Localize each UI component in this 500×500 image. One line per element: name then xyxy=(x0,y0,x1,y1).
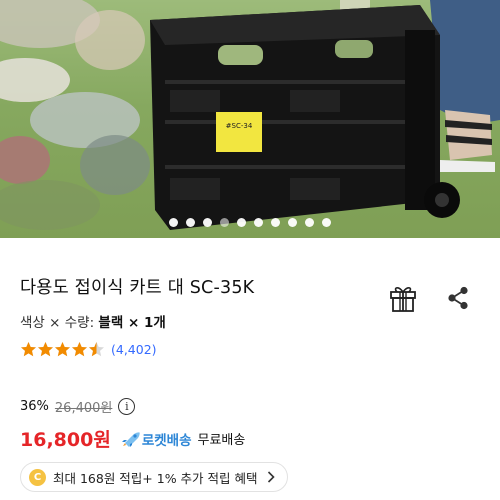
original-price: 26,400원 xyxy=(54,401,113,416)
share-icon xyxy=(448,286,468,310)
coin-icon: C xyxy=(29,468,46,486)
reward-banner[interactable]: C 최대 168원 적립+ 1% 추가 적립 혜택 xyxy=(20,462,288,492)
star-icon xyxy=(21,342,36,357)
gift-icon xyxy=(390,287,416,312)
star-icon xyxy=(72,342,87,357)
carousel-dot[interactable] xyxy=(288,217,297,227)
cart-photo: #SC-34 xyxy=(0,0,500,230)
rocket-delivery-label: 로켓배송 xyxy=(141,432,192,449)
reward-text: 최대 168원 적립+ 1% 추가 적립 혜택 xyxy=(53,470,258,486)
star-icon xyxy=(55,342,70,357)
carousel-dot[interactable] xyxy=(237,217,246,227)
info-icon[interactable]: i xyxy=(118,398,136,415)
carousel-dot[interactable] xyxy=(203,217,212,227)
carousel-indicator[interactable] xyxy=(0,214,500,230)
carousel-dot[interactable] xyxy=(271,217,280,227)
option-value: 블랙 × 1개 xyxy=(98,315,166,331)
free-shipping: 무료배송 xyxy=(197,433,246,448)
discount-row: 36% 26,400원 i xyxy=(20,397,136,416)
chevron-right-icon xyxy=(267,471,275,483)
share-button[interactable] xyxy=(444,284,472,312)
rating[interactable]: (4,402) xyxy=(20,341,157,358)
discount-rate: 36% xyxy=(20,399,49,414)
selected-option[interactable]: 색상 × 수량: 블랙 × 1개 xyxy=(20,311,166,331)
price-row: 16,800원 로켓배송 무료배송 xyxy=(20,425,245,452)
sale-price: 16,800원 xyxy=(20,429,111,451)
rating-count[interactable]: (4,402) xyxy=(111,342,157,357)
star-icon xyxy=(89,342,104,357)
star-icon xyxy=(38,342,53,357)
carousel-dot[interactable] xyxy=(186,217,195,227)
carousel-dot[interactable] xyxy=(169,217,178,227)
product-image[interactable]: #SC-34 xyxy=(0,0,500,238)
rating-stars xyxy=(20,341,105,358)
carousel-dot[interactable] xyxy=(305,217,314,227)
option-prefix: 색상 × 수량: xyxy=(20,315,95,331)
product-title: 다용도 접이식 카트 대 SC-35K xyxy=(20,278,255,298)
gift-button[interactable] xyxy=(386,282,420,314)
rocket-icon xyxy=(121,431,140,447)
carousel-dot-active[interactable] xyxy=(220,217,229,227)
rocket-delivery-badge: 로켓배송 xyxy=(121,429,192,449)
svg-text:#SC-34: #SC-34 xyxy=(226,122,253,130)
carousel-dot[interactable] xyxy=(322,217,331,227)
carousel-dot[interactable] xyxy=(254,217,263,227)
